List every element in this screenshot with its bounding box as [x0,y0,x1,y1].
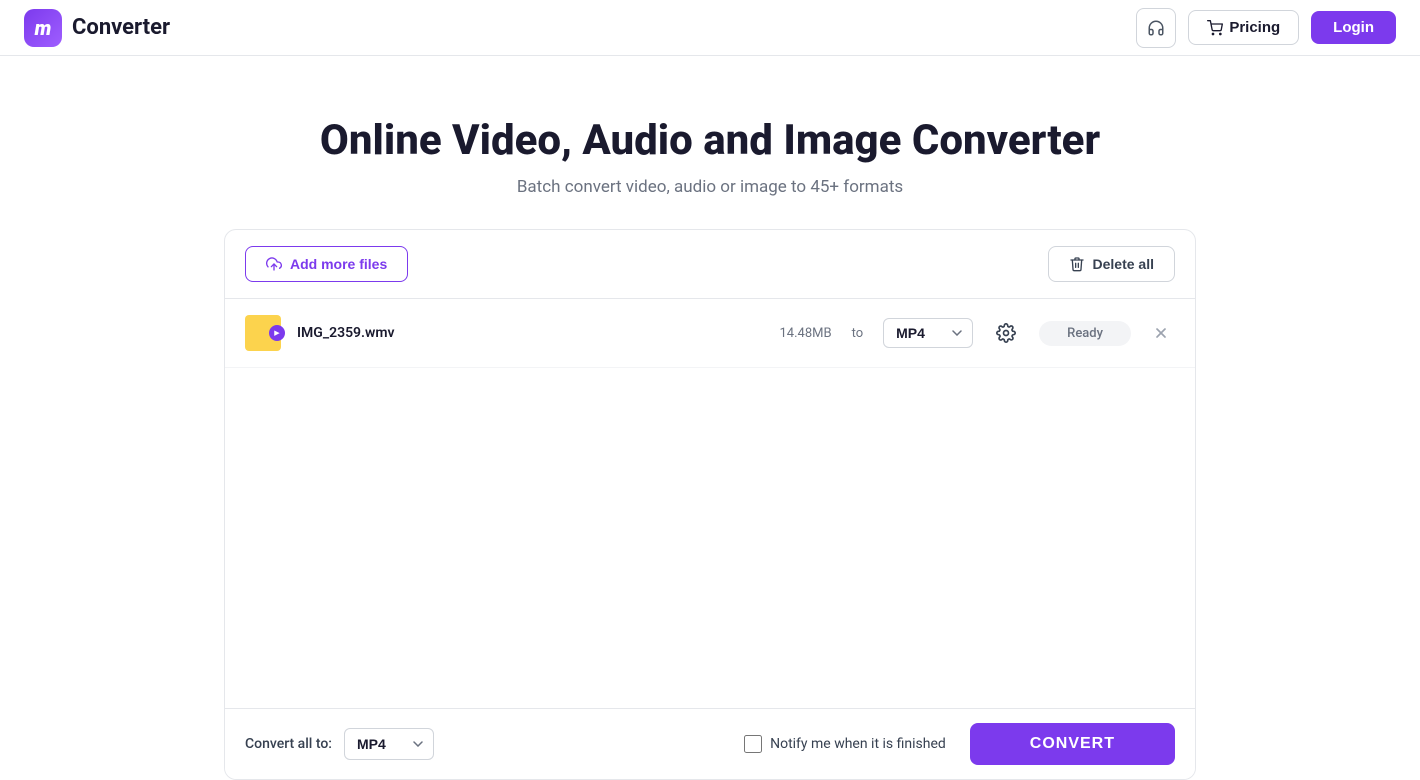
remove-file-button[interactable] [1147,319,1175,347]
notify-checkbox[interactable] [744,735,762,753]
file-icon: ▶ [245,315,281,351]
trash-icon [1069,256,1085,272]
settings-button[interactable] [989,316,1023,350]
delete-all-label: Delete all [1093,256,1154,272]
upload-icon [266,256,282,272]
pricing-button[interactable]: Pricing [1188,10,1299,45]
file-empty-area [225,368,1195,708]
file-panel: Add more files Delete all ▶ IMG_2359.wmv [224,229,1196,780]
add-files-label: Add more files [290,256,387,272]
notify-label: Notify me when it is finished [770,736,946,752]
play-badge-icon: ▶ [269,325,285,341]
login-button[interactable]: Login [1311,11,1396,44]
notify-area: Notify me when it is finished [744,735,946,753]
hero-subtitle: Batch convert video, audio or image to 4… [24,177,1396,197]
headphone-icon [1147,19,1165,37]
file-size: 14.48MB [779,326,831,341]
convert-all-format-select[interactable]: MP4 MP3 AVI MOV MKV WMV GIF WebM AAC FLA… [344,728,434,760]
file-row: ▶ IMG_2359.wmv 14.48MB to MP4 MP3 AVI MO… [225,299,1195,368]
convert-all-area: Convert all to: MP4 MP3 AVI MOV MKV WMV … [245,728,434,760]
pricing-label: Pricing [1229,19,1280,36]
convert-button[interactable]: CONVERT [970,723,1175,765]
main-content: Add more files Delete all ▶ IMG_2359.wmv [200,229,1220,780]
logo-area: m Converter [24,9,170,47]
header: m Converter Pricing Login [0,0,1420,56]
file-name: IMG_2359.wmv [297,325,763,341]
delete-all-button[interactable]: Delete all [1048,246,1175,282]
add-files-button[interactable]: Add more files [245,246,408,282]
panel-toolbar: Add more files Delete all [225,230,1195,299]
hero-section: Online Video, Audio and Image Converter … [0,56,1420,229]
status-badge: Ready [1039,321,1131,346]
gear-icon [996,323,1016,343]
app-logo-icon: m [24,9,62,47]
right-actions: Notify me when it is finished CONVERT [744,723,1175,765]
cart-icon [1207,20,1223,36]
hero-title: Online Video, Audio and Image Converter [24,116,1396,165]
login-label: Login [1333,19,1374,36]
close-icon [1153,325,1169,341]
header-right: Pricing Login [1136,8,1396,48]
app-name: Converter [72,15,170,40]
support-icon-button[interactable] [1136,8,1176,48]
convert-label: CONVERT [1030,735,1115,752]
bottom-bar: Convert all to: MP4 MP3 AVI MOV MKV WMV … [225,708,1195,779]
to-label: to [852,326,864,341]
convert-all-label: Convert all to: [245,736,332,752]
file-format-select[interactable]: MP4 MP3 AVI MOV MKV WMV GIF WebM AAC FLA… [883,318,973,348]
